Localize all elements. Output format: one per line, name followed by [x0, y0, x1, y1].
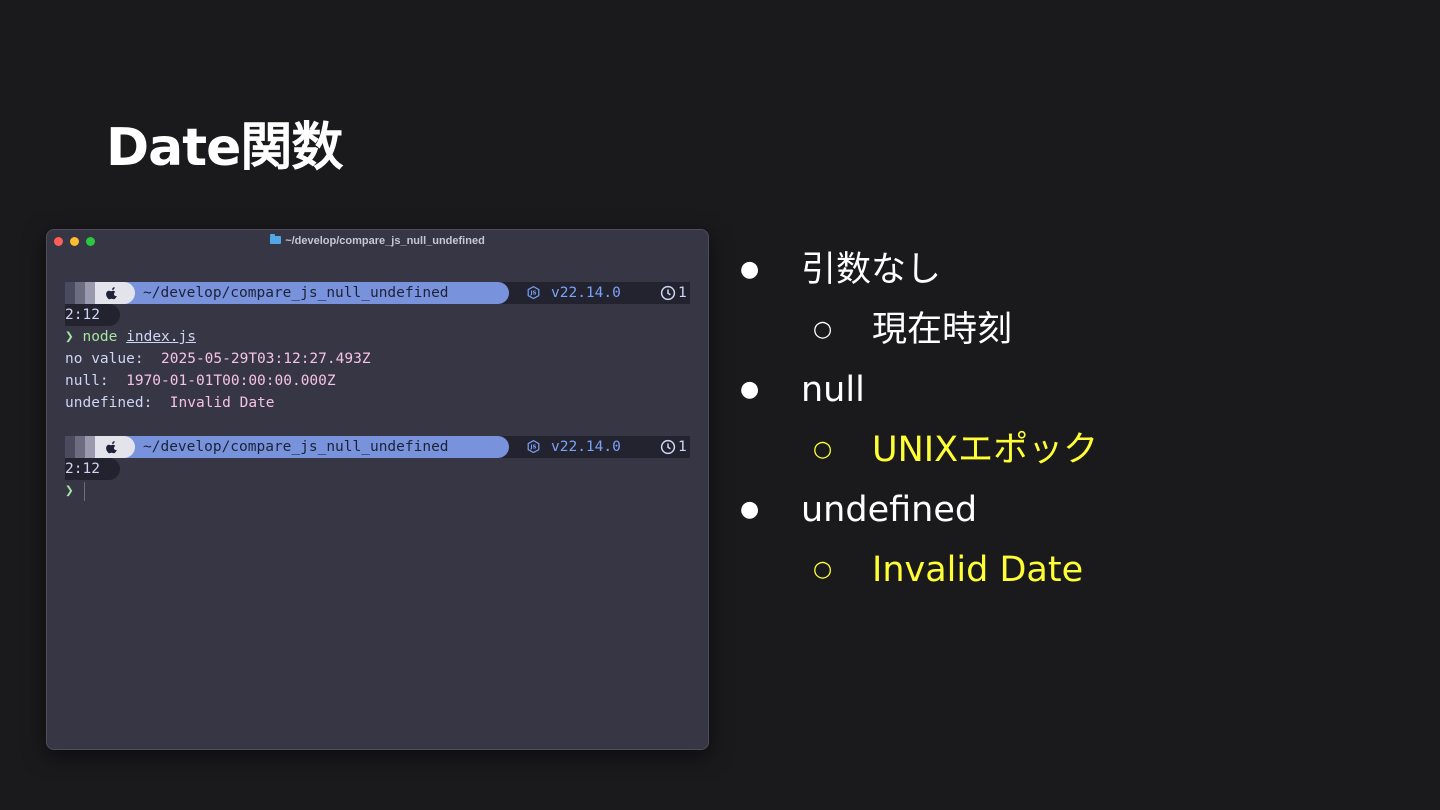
terminal-titlebar[interactable]: ~/develop/compare_js_null_undefined: [47, 230, 708, 252]
apple-icon: [106, 441, 117, 454]
output-label: no value:: [65, 351, 162, 367]
output-label: null:: [65, 373, 127, 389]
prompt-os-segment: [95, 282, 135, 304]
prompt-time-part: 1: [678, 285, 687, 301]
output-value: 2025-05-29T03:12:27.493Z: [161, 351, 371, 367]
prompt-time-segment: 1: [660, 282, 708, 304]
prompt-gradient-segment: [65, 436, 97, 458]
nodejs-icon: JS: [527, 286, 540, 299]
prompt-gradient-segment: [65, 282, 97, 304]
output-label: undefined:: [65, 395, 170, 411]
prompt-time-wrap: 2:12: [65, 304, 120, 326]
terminal-window[interactable]: ~/develop/compare_js_null_undefined ~/de…: [46, 229, 709, 750]
sub-bullet-circle: ○: [813, 557, 833, 582]
node-version: v22.14.0: [551, 439, 621, 455]
prompt-path: ~/develop/compare_js_null_undefined: [143, 285, 449, 301]
terminal-body[interactable]: ~/develop/compare_js_null_undefined JS v…: [65, 282, 690, 502]
prompt-symbol: ❯: [65, 329, 74, 345]
svg-text:JS: JS: [529, 291, 536, 297]
prompt-path: ~/develop/compare_js_null_undefined: [143, 439, 449, 455]
window-title: ~/develop/compare_js_null_undefined: [47, 234, 708, 248]
svg-text:JS: JS: [529, 445, 536, 451]
bullet-text: null: [801, 370, 865, 410]
output-line: undefined: Invalid Date: [65, 392, 690, 414]
clock-icon: [660, 439, 676, 455]
bullet-text: 引数なし: [801, 250, 942, 290]
output-line: no value: 2025-05-29T03:12:27.493Z: [65, 348, 690, 370]
nodejs-icon: JS: [527, 440, 540, 453]
text-cursor: [84, 482, 85, 501]
sub-bullet-text: 現在時刻: [872, 310, 1013, 350]
prompt-path-segment: ~/develop/compare_js_null_undefined: [123, 282, 509, 304]
sub-bullet-text: UNIXエポック: [872, 430, 1099, 470]
folder-icon: [270, 234, 282, 244]
slide-title: Date関数: [106, 118, 343, 178]
bullet-dot: ●: [740, 257, 760, 282]
command-name: node: [82, 329, 118, 345]
bullet-text: undefined: [801, 490, 978, 530]
sub-bullet-circle: ○: [813, 437, 833, 462]
output-value: 1970-01-01T00:00:00.000Z: [126, 373, 336, 389]
prompt-symbol: ❯: [65, 483, 74, 499]
output-line: null: 1970-01-01T00:00:00.000Z: [65, 370, 690, 392]
node-version: v22.14.0: [551, 285, 621, 301]
window-title-text: ~/develop/compare_js_null_undefined: [285, 235, 485, 247]
clock-icon: [660, 285, 676, 301]
apple-icon: [106, 287, 117, 300]
bullet-dot: ●: [740, 377, 760, 402]
prompt-bar: ~/develop/compare_js_null_undefined JS v…: [65, 282, 690, 304]
prompt-os-segment: [95, 436, 135, 458]
output-value: Invalid Date: [169, 395, 275, 411]
prompt-time-segment: 1: [660, 436, 708, 458]
prompt-bar: ~/develop/compare_js_null_undefined JS v…: [65, 436, 690, 458]
prompt-time-part: 1: [678, 439, 687, 455]
bullet-dot: ●: [740, 497, 760, 522]
prompt-time-wrap: 2:12: [65, 458, 120, 480]
sub-bullet-circle: ○: [813, 317, 833, 342]
sub-bullet-text: Invalid Date: [872, 550, 1084, 590]
command-arg: index.js: [126, 329, 196, 345]
command-line: ❯ node index.js: [65, 326, 690, 348]
prompt-path-segment: ~/develop/compare_js_null_undefined: [123, 436, 509, 458]
input-line[interactable]: ❯: [65, 480, 690, 502]
